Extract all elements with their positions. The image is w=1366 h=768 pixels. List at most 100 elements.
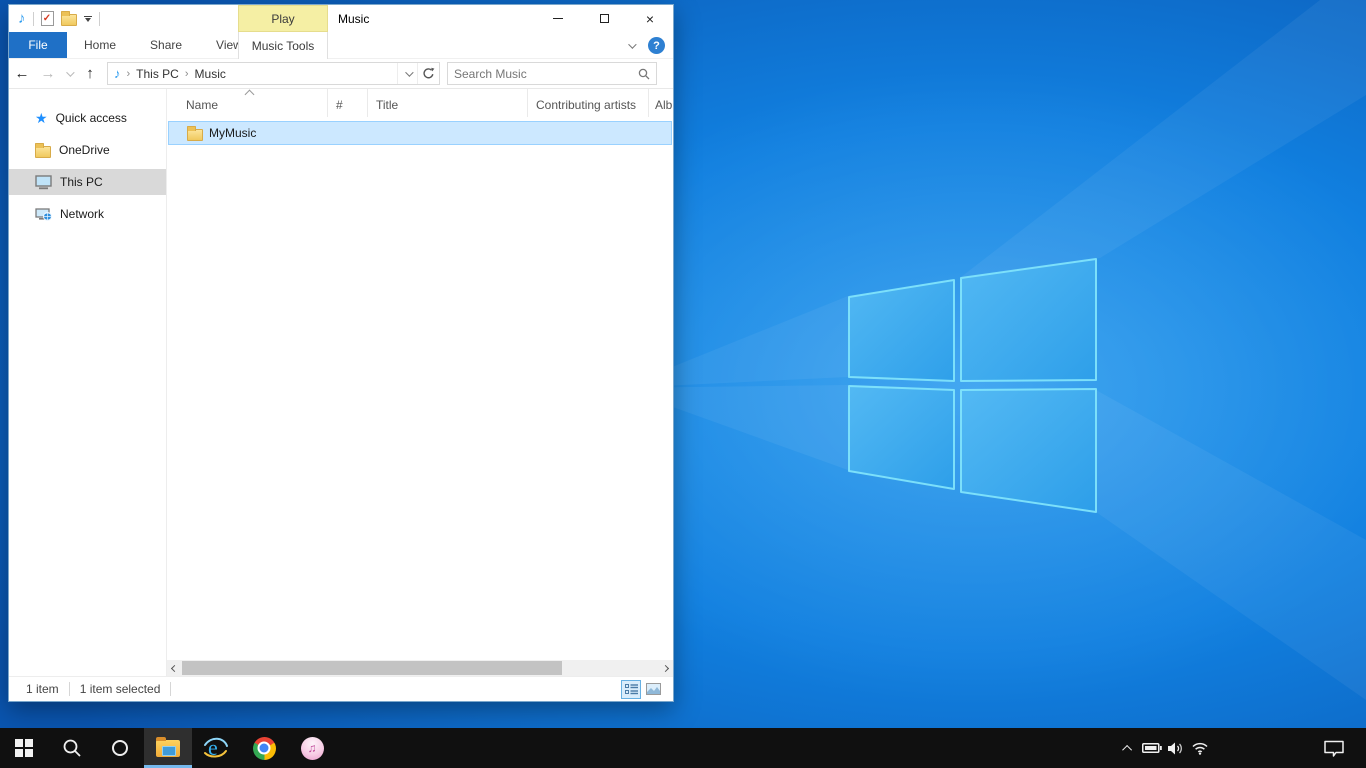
chevron-down-icon [85,18,91,22]
address-dropdown-button[interactable] [397,63,417,84]
column-header-album[interactable]: Alb [649,89,673,117]
large-icons-view-button[interactable] [643,680,663,699]
sidebar-item-label: Quick access [56,111,127,125]
maximize-icon [600,14,609,23]
column-header-name[interactable]: Name [167,89,328,117]
column-headers: Name # Title Contributing artists Alb [167,89,673,117]
column-label: Title [376,98,398,112]
toolbar-separator [33,12,34,26]
quick-access-star-icon: ★ [35,111,48,125]
battery-indicator[interactable] [1140,728,1164,768]
up-button[interactable]: ↑ [77,61,103,87]
ribbon-tab-row: File Home Share View Music Tools ? [9,32,673,59]
taskbar-search-button[interactable] [48,728,96,768]
window-title: Music [338,5,369,32]
internet-explorer-icon: e [203,735,229,761]
cortana-button[interactable] [96,728,144,768]
new-folder-icon[interactable] [61,14,77,26]
tab-home[interactable]: Home [67,32,133,58]
contextual-tab-play[interactable]: Play [238,5,328,32]
taskbar-itunes-button[interactable]: ♫ [288,728,336,768]
scrollbar-thumb[interactable] [182,661,562,675]
network-indicator[interactable] [1188,728,1212,768]
status-separator [170,682,171,696]
sidebar-item-this-pc[interactable]: This PC [9,169,166,195]
breadcrumb: ♪ › This PC › Music [108,67,397,81]
file-name: MyMusic [209,126,256,140]
column-header-title[interactable]: Title [368,89,528,117]
ribbon-right-controls: ? [628,32,665,59]
quick-access-toolbar: ♪ ✓ [9,11,100,26]
itunes-icon: ♫ [301,737,324,760]
action-center-button[interactable] [1312,728,1356,768]
item-count: 1 item [26,682,59,696]
breadcrumb-this-pc[interactable]: This PC [136,67,179,81]
scroll-left-button[interactable] [167,660,182,676]
file-explorer-window: ♪ ✓ Play Music × File Home Share [8,4,674,702]
window-controls: × [535,5,673,32]
sidebar-item-network[interactable]: Network [9,201,166,227]
search-icon [638,68,650,80]
search-box[interactable] [447,62,657,85]
monitor-icon [35,175,52,190]
chevron-right-icon [662,664,669,671]
cortana-circle-icon [112,740,128,756]
sidebar-item-quick-access[interactable]: ★ Quick access [9,105,166,131]
sidebar-item-onedrive[interactable]: OneDrive [9,137,166,163]
chrome-icon [253,737,276,760]
column-header-contributing-artists[interactable]: Contributing artists [528,89,649,117]
selection-count: 1 item selected [80,682,161,696]
scroll-right-button[interactable] [658,660,673,676]
onedrive-folder-icon [35,146,51,158]
back-button[interactable]: ← [9,61,35,87]
dropdown-bar [84,16,92,17]
close-button[interactable]: × [627,5,673,32]
location-music-icon: ♪ [114,67,121,80]
taskbar-file-explorer-button[interactable] [144,728,192,768]
tab-file[interactable]: File [9,32,67,58]
refresh-icon [422,67,435,80]
sort-ascending-icon [245,90,255,100]
show-hidden-icons-button[interactable] [1116,728,1140,768]
minimize-button[interactable] [535,5,581,32]
file-row-mymusic[interactable]: MyMusic [168,121,672,145]
window-body: ★ Quick access OneDrive This PC [9,89,673,676]
customize-toolbar-dropdown[interactable] [84,16,92,22]
address-bar[interactable]: ♪ › This PC › Music [107,62,440,85]
battery-icon [1142,742,1162,754]
wifi-icon [1191,741,1209,755]
breadcrumb-music[interactable]: Music [195,67,226,81]
minimize-ribbon-chevron-icon[interactable] [628,40,636,48]
sidebar-item-label: This PC [60,175,103,189]
refresh-button[interactable] [417,63,439,84]
network-icon [35,207,52,222]
recent-locations-dropdown[interactable] [61,61,77,87]
nav-arrows: ← → ↑ [9,61,103,87]
system-tray [1116,728,1366,768]
properties-icon[interactable]: ✓ [41,11,54,26]
scrollbar-track[interactable] [182,660,658,676]
breadcrumb-separator: › [127,68,131,80]
taskbar-internet-explorer-button[interactable]: e [192,728,240,768]
tab-music-tools[interactable]: Music Tools [238,32,328,59]
forward-button[interactable]: → [35,61,61,87]
status-separator [69,682,70,696]
toolbar-separator [99,12,100,26]
taskbar-chrome-button[interactable] [240,728,288,768]
speaker-icon [1167,741,1185,756]
tab-share[interactable]: Share [133,32,199,58]
windows-logo-icon [15,739,33,757]
search-input[interactable] [448,67,638,81]
column-header-number[interactable]: # [328,89,368,117]
help-button[interactable]: ? [648,37,665,54]
volume-indicator[interactable] [1164,728,1188,768]
details-view-button[interactable] [621,680,641,699]
title-bar[interactable]: ♪ ✓ Play Music × [9,5,673,32]
column-label: Alb [655,98,672,112]
breadcrumb-separator: › [185,68,189,80]
horizontal-scrollbar[interactable] [167,660,673,676]
maximize-button[interactable] [581,5,627,32]
chevron-down-icon [405,68,413,76]
music-note-window-icon: ♪ [18,11,26,26]
start-button[interactable] [0,728,48,768]
